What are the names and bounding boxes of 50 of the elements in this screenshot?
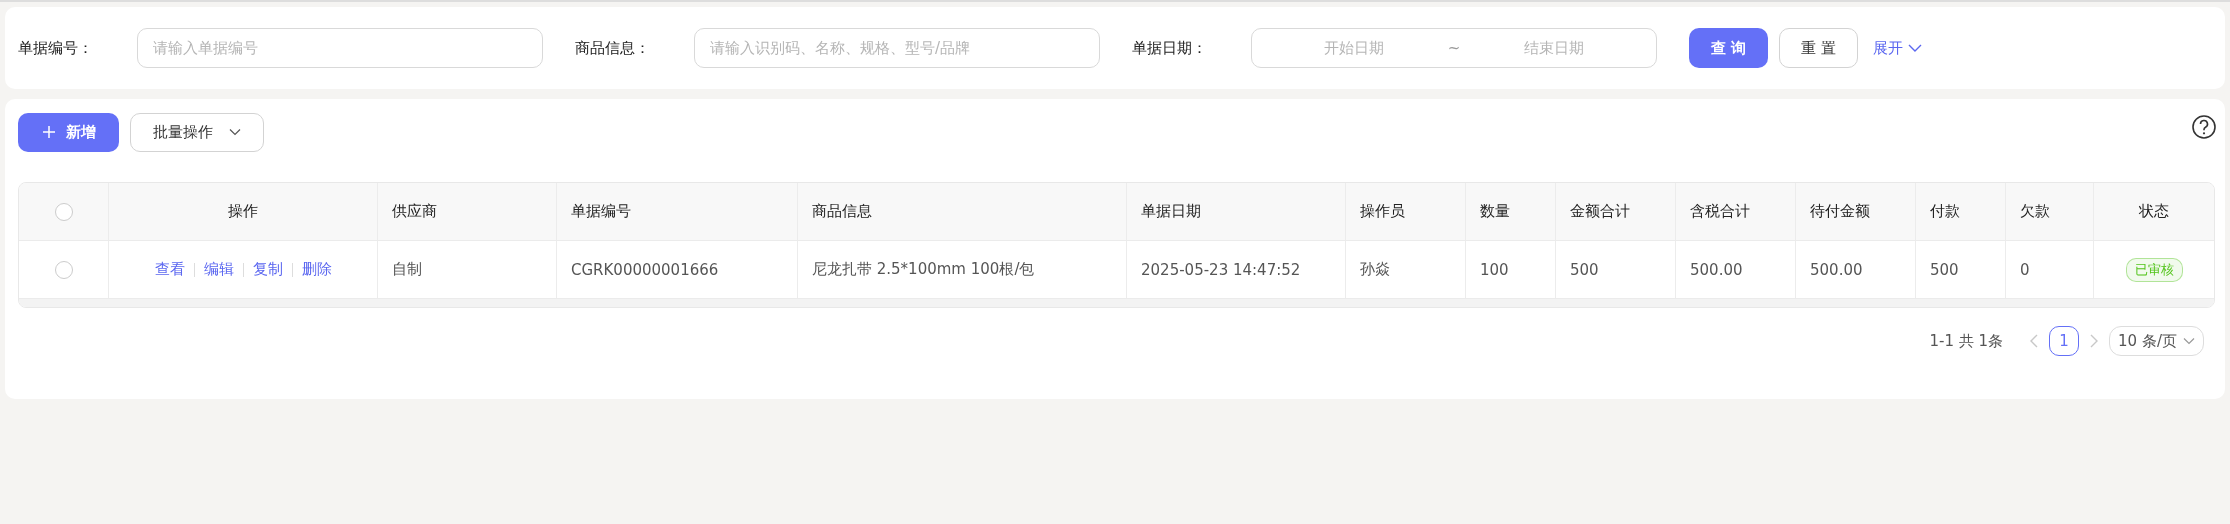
search-button[interactable]: 查 询 [1689, 28, 1768, 68]
page-button[interactable]: 1 [2049, 326, 2080, 356]
table-cell: 500 [1556, 241, 1676, 298]
column-header: 操作员 [1346, 183, 1466, 240]
row-checkbox[interactable] [54, 260, 73, 279]
table-cell: 2025-05-23 14:47:52 [1127, 241, 1346, 298]
chevron-down-icon [2183, 337, 2195, 345]
filter-label: 商品信息： [575, 38, 651, 58]
column-header: 含税合计 [1676, 183, 1796, 240]
column-header: 付款 [1916, 183, 2006, 240]
column-header: 待付金额 [1796, 183, 1916, 240]
column-header: 供应商 [378, 183, 557, 240]
chevron-down-icon [229, 128, 241, 136]
column-header: 操作 [109, 183, 378, 240]
column-header: 金额合计 [1556, 183, 1676, 240]
column-header: 数量 [1466, 183, 1556, 240]
column-header: 状态 [2138, 201, 2170, 222]
status-tag: 已审核 [2125, 257, 2183, 282]
pagination-summary: 1-1 共 1条 [1929, 331, 2004, 351]
table-cell: 自制 [378, 241, 557, 298]
table-cell: 0 [2006, 241, 2094, 298]
help-icon[interactable] [2191, 114, 2217, 140]
reset-button[interactable]: 重 置 [1779, 28, 1858, 68]
table-cell: 100 [1466, 241, 1556, 298]
filter-label: 单据日期： [1132, 38, 1208, 58]
action-link[interactable]: 删除 [301, 260, 332, 279]
table-cell: 500 [1916, 241, 2006, 298]
table-cell: 500.00 [1676, 241, 1796, 298]
action-link[interactable]: 编辑 [203, 260, 234, 279]
column-header: 欠款 [2006, 183, 2094, 240]
date-range-field[interactable]: 开始日期 ~ 结束日期 [1251, 28, 1657, 68]
table-cell: CGRK00000001666 [557, 241, 798, 298]
table-cell: 500.00 [1796, 241, 1916, 298]
column-header: 单据日期 [1127, 183, 1346, 240]
column-header: 商品信息 [798, 183, 1127, 240]
input-field[interactable]: 请输入识别码、名称、规格、型号/品牌 [694, 28, 1100, 68]
table-cell: 尼龙扎带 2.5*100mm 100根/包 [798, 241, 1127, 298]
action-link[interactable]: 查看 [154, 260, 185, 279]
select-all-checkbox[interactable] [54, 202, 73, 221]
batch-dropdown[interactable]: 批量操作 [130, 112, 264, 152]
plus-icon [41, 125, 56, 139]
expand-link[interactable]: 展开 [1873, 38, 1922, 58]
add-button[interactable]: 新增 [18, 112, 119, 152]
input-field[interactable]: 请输入单据编号 [137, 28, 543, 68]
column-header: 单据编号 [557, 183, 798, 240]
filter-label: 单据编号： [18, 38, 94, 58]
chevron-down-icon [1908, 43, 1922, 53]
table-cell: 孙焱 [1346, 241, 1466, 298]
action-link[interactable]: 复制 [252, 260, 283, 279]
page-size-select[interactable]: 10 条/页 [2109, 326, 2204, 356]
